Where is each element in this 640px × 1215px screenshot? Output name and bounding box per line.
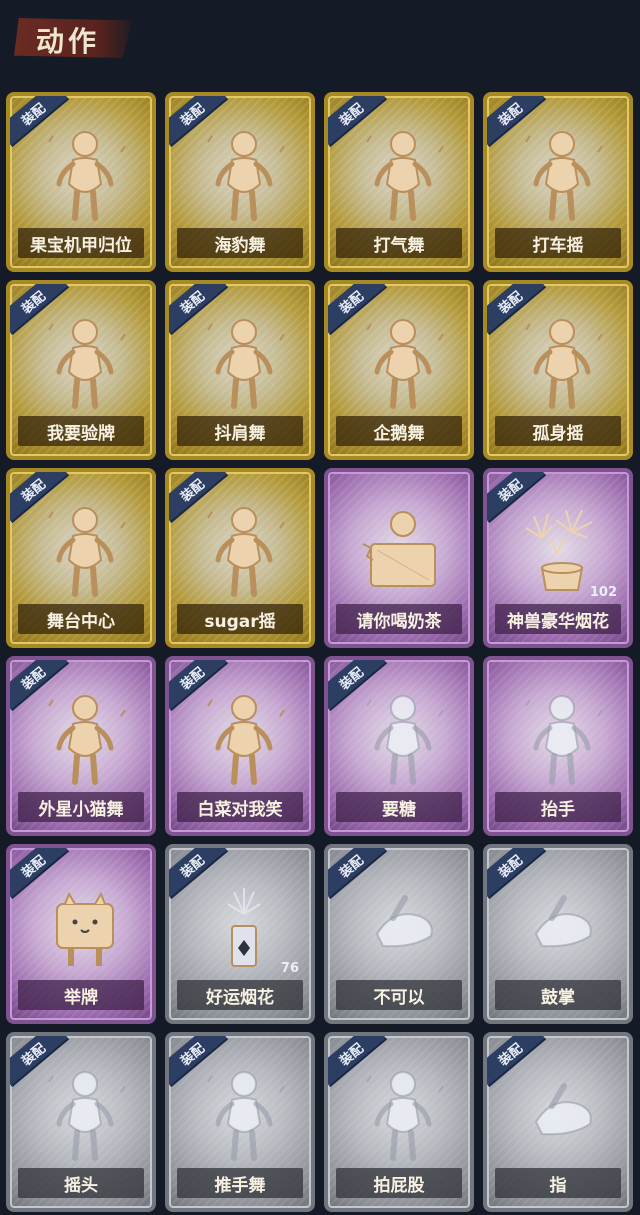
emote-name: 海豹舞 xyxy=(177,228,303,258)
emote-name: 企鹅舞 xyxy=(336,416,462,446)
emote-name: 指 xyxy=(495,1168,621,1198)
page-title: 动作 xyxy=(36,25,101,58)
emote-name: 摇头 xyxy=(18,1168,144,1198)
ghost-push-hands-icon xyxy=(194,1062,294,1162)
emote-card[interactable]: 装配 要糖 xyxy=(324,656,474,836)
emote-name: 鼓掌 xyxy=(495,980,621,1010)
emote-card[interactable]: 装配 舞台中心 xyxy=(6,468,156,648)
emote-name: 我要验牌 xyxy=(18,416,144,446)
dancer-wave-icon xyxy=(512,122,612,222)
emote-name: 舞台中心 xyxy=(18,604,144,634)
emote-name: 抬手 xyxy=(495,792,621,822)
ghost-reach-icon xyxy=(353,686,453,786)
emote-name: 打气舞 xyxy=(336,228,462,258)
emote-card[interactable]: 装配 不可以 xyxy=(324,844,474,1024)
dancer-solo-icon xyxy=(512,310,612,410)
emote-card[interactable]: 装配 海豹舞 xyxy=(165,92,315,272)
emote-name: 拍屁股 xyxy=(336,1168,462,1198)
dancer-shoulder-icon xyxy=(194,310,294,410)
emote-card[interactable]: 装配 鼓掌 xyxy=(483,844,633,1024)
emote-card[interactable]: 装配指 xyxy=(483,1032,633,1212)
emote-name: sugar摇 xyxy=(177,604,303,634)
emote-name: 神兽豪华烟花 xyxy=(495,604,621,634)
emote-name: 不可以 xyxy=(336,980,462,1010)
emote-card[interactable]: 装配 我要验牌 xyxy=(6,280,156,460)
emote-name: 孤身摇 xyxy=(495,416,621,446)
emote-card[interactable]: 装配 抖肩舞 xyxy=(165,280,315,460)
cat-sign-icon xyxy=(35,874,135,974)
emote-card[interactable]: 装配 企鹅舞 xyxy=(324,280,474,460)
firework-box-icon xyxy=(512,498,612,598)
dancer-arm-cross-icon xyxy=(194,122,294,222)
emote-name: 外星小猫舞 xyxy=(18,792,144,822)
emote-card[interactable]: 装配 举牌 xyxy=(6,844,156,1024)
emote-card[interactable]: 装配 打车摇 xyxy=(483,92,633,272)
emote-card[interactable]: 请你喝奶茶 xyxy=(324,468,474,648)
emote-name: 白菜对我笑 xyxy=(177,792,303,822)
emote-card[interactable]: 装配 白菜对我笑 xyxy=(165,656,315,836)
dancer-hands-hips-icon xyxy=(35,122,135,222)
dancer-alien-cat-icon xyxy=(35,686,135,786)
ghost-slap-icon xyxy=(353,1062,453,1162)
emote-card[interactable]: 装配 拍屁股 xyxy=(324,1032,474,1212)
dancer-pump-icon xyxy=(353,122,453,222)
ghost-raise-hand-icon xyxy=(512,686,612,786)
emote-name: 果宝机甲归位 xyxy=(18,228,144,258)
emote-card[interactable]: 装配 sugar摇 xyxy=(165,468,315,648)
emote-name: 打车摇 xyxy=(495,228,621,258)
section-header: 动作 xyxy=(14,14,134,62)
emote-card[interactable]: 装配 76 好运烟花 xyxy=(165,844,315,1024)
emote-name: 抖肩舞 xyxy=(177,416,303,446)
dancer-card-icon xyxy=(35,310,135,410)
item-count: 102 xyxy=(589,585,617,600)
emote-card[interactable]: 装配 102 神兽豪华烟花 xyxy=(483,468,633,648)
emote-name: 要糖 xyxy=(336,792,462,822)
emote-name: 举牌 xyxy=(18,980,144,1010)
emote-card[interactable]: 装配 果宝机甲归位 xyxy=(6,92,156,272)
emote-card[interactable]: 装配 外星小猫舞 xyxy=(6,656,156,836)
dancer-penguin-icon xyxy=(353,310,453,410)
emote-card[interactable]: 装配 孤身摇 xyxy=(483,280,633,460)
item-count: 76 xyxy=(280,961,299,976)
dancer-center-icon xyxy=(35,498,135,598)
firework-can-icon xyxy=(194,874,294,974)
emote-card[interactable]: 装配 摇头 xyxy=(6,1032,156,1212)
finger-wag-icon xyxy=(353,874,453,974)
emote-name: 好运烟花 xyxy=(177,980,303,1010)
emote-card[interactable]: 装配 打气舞 xyxy=(324,92,474,272)
pointing-hand-icon xyxy=(512,1062,612,1162)
clap-hands-icon xyxy=(512,874,612,974)
emote-grid: 装配 果宝机甲归位 装配 海豹舞 装配 打气舞 装配 打车摇 装配 我要验牌 装配 抖肩舞 xyxy=(6,92,633,1215)
emote-name: 请你喝奶茶 xyxy=(336,604,462,634)
ghost-shake-head-icon xyxy=(35,1062,135,1162)
milk-tea-sign-icon xyxy=(353,498,453,598)
emote-card[interactable]: 抬手 xyxy=(483,656,633,836)
emote-name: 推手舞 xyxy=(177,1168,303,1198)
emote-card[interactable]: 装配 推手舞 xyxy=(165,1032,315,1212)
dancer-cabbage-icon xyxy=(194,686,294,786)
dancer-sugar-icon xyxy=(194,498,294,598)
